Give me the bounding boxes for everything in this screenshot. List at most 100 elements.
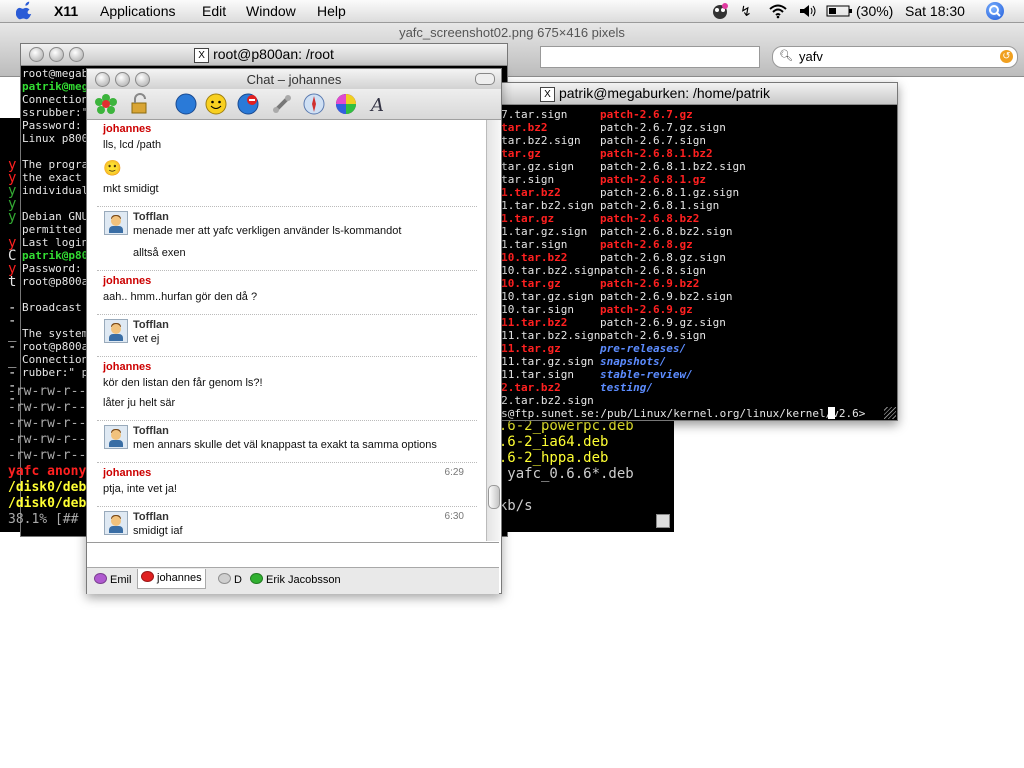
- chat-tab-emil[interactable]: Emil: [91, 571, 134, 590]
- terminal-line: Last login:: [22, 236, 95, 249]
- font-icon[interactable]: A: [367, 93, 389, 115]
- message-separator: [97, 270, 477, 271]
- terminal-line: Connection: [22, 353, 89, 366]
- file-entry: patch-2.6.8.1.gz.sign: [600, 186, 740, 199]
- avatar-face: [111, 324, 121, 334]
- volume-icon[interactable]: [798, 3, 818, 19]
- flower-status-icon[interactable]: [95, 93, 119, 115]
- menu-bar: X11 Applications Edit Window Help ↯ (30%…: [0, 0, 1024, 23]
- terminal-line: individual: [22, 184, 89, 197]
- file-entry: patch-2.6.9.gz.sign: [600, 316, 726, 329]
- message-separator: [97, 206, 477, 207]
- x11-icon: X: [194, 48, 210, 63]
- viewer-title: yafc_screenshot02.png 675×416 pixels: [399, 25, 625, 40]
- compass-icon[interactable]: [303, 93, 325, 115]
- chat-tab-d[interactable]: D: [215, 571, 245, 590]
- message-separator: [97, 506, 477, 507]
- lock-icon[interactable]: [129, 93, 151, 115]
- message-separator: [97, 420, 477, 421]
- sender-name: johannes: [103, 467, 152, 479]
- message-text: kör den listan den får genom ls?!: [103, 377, 263, 389]
- spotlight-icon[interactable]: [986, 2, 1004, 20]
- terminal-line: The program: [22, 158, 95, 171]
- status-dot-icon: [218, 573, 231, 584]
- message-separator: [97, 314, 477, 315]
- status-dot-icon: [94, 573, 107, 584]
- directory-entry: testing/: [600, 381, 653, 394]
- chat-tab-erik-jacobsson[interactable]: Erik Jacobsson: [247, 571, 344, 590]
- directory-entry: pre-releases/: [600, 342, 687, 355]
- terminal-line: t: [8, 274, 17, 290]
- root-terminal-title: root@p800an: /root: [213, 46, 334, 62]
- directory-entry: stable-review/: [600, 368, 693, 381]
- avatar-body: [109, 526, 123, 533]
- message-history: johannes lls, lcd /path 🙂 mkt smidigt Toffla…: [87, 120, 486, 541]
- terminal-line: Password:: [22, 262, 82, 275]
- terminal-line: -rw-rw-r--: [8, 416, 87, 431]
- app-menu-x11[interactable]: X11: [54, 3, 78, 19]
- chat-window[interactable]: Chat – johannes A johannes lls, lcd /path…: [86, 68, 502, 594]
- menu-help[interactable]: Help: [317, 3, 346, 19]
- message-input[interactable]: [87, 542, 499, 567]
- file-entry: patch-2.6.8.1.bz2.sign: [600, 160, 746, 173]
- terminal-line: yafc anony: [8, 464, 87, 479]
- avatar-face: [111, 516, 121, 526]
- download-terminal: .6.6-2_powerpc.deb .6.6-2_ia64.deb .6.6-2_…: [480, 415, 674, 532]
- message-text: låter ju helt sär: [103, 397, 176, 409]
- block-icon[interactable]: [237, 93, 259, 115]
- message-text: menade mer att yafc verkligen använder l…: [133, 225, 402, 237]
- x11-icon: X: [539, 87, 555, 102]
- avatar-body: [109, 440, 123, 447]
- activity-icon[interactable]: ↯: [740, 3, 752, 20]
- clock[interactable]: Sat 18:30: [905, 3, 965, 19]
- file-entry: patch-2.6.7.gz: [600, 108, 693, 121]
- search-icon: 🔍︎: [779, 50, 793, 62]
- terminal-line: Debian GNU/: [22, 210, 95, 223]
- terminal-scroll-arrow-icon[interactable]: [656, 514, 670, 528]
- smiley-icon[interactable]: [205, 93, 227, 115]
- menu-window[interactable]: Window: [246, 3, 296, 19]
- chat-titlebar[interactable]: Chat – johannes: [87, 69, 501, 89]
- message-text: aah.. hmm..hurfan gör den då ?: [103, 291, 258, 303]
- root-terminal-titlebar[interactable]: Xroot@p800an: /root: [21, 44, 507, 66]
- chat-tabs: Emil johannes D Erik Jacobsson: [87, 567, 499, 594]
- tab-label: Erik Jacobsson: [266, 574, 341, 586]
- monster-menu-extra-icon[interactable]: [710, 2, 730, 20]
- avatar-face: [111, 216, 121, 226]
- scrollbar-thumb[interactable]: [488, 485, 500, 509]
- terminal-line: The system: [22, 327, 89, 340]
- terminal-line: Password:: [22, 119, 82, 132]
- color-wheel-icon[interactable]: [335, 93, 357, 115]
- viewer-address-field[interactable]: [540, 46, 760, 68]
- chat-tab-johannes[interactable]: johannes: [137, 569, 206, 589]
- file-entry: patch-2.6.8.bz2.sign: [600, 225, 733, 238]
- resize-grip-icon[interactable]: [884, 407, 896, 419]
- file-entry: patch-2.6.8.1.bz2: [600, 147, 713, 160]
- avatar-body: [109, 226, 123, 233]
- terminal-line: Broadcast m: [22, 301, 95, 314]
- terminal-line: rubber:" pa: [22, 366, 95, 379]
- terminal-line: -rw-rw-r--: [8, 448, 87, 463]
- link-icon[interactable]: [271, 93, 293, 115]
- message-text: lls, lcd /path: [103, 139, 162, 151]
- battery-icon[interactable]: [826, 4, 854, 18]
- terminal-line: root@p800an: [22, 275, 95, 288]
- toolbar-toggle-button[interactable]: [475, 73, 495, 85]
- menu-edit[interactable]: Edit: [202, 3, 226, 19]
- wifi-icon[interactable]: [768, 3, 788, 19]
- file-entry: patch-2.6.8.1.gz: [600, 173, 706, 186]
- file-entry: patch-2.6.9.bz2.sign: [600, 290, 733, 303]
- menu-applications[interactable]: Applications: [100, 3, 176, 19]
- avatar: [104, 211, 128, 235]
- search-go-icon[interactable]: ↺: [1000, 50, 1013, 63]
- speech-bubble-icon[interactable]: [175, 93, 197, 115]
- message-text: smidigt iaf: [133, 525, 183, 537]
- apple-menu-icon[interactable]: [16, 1, 34, 20]
- viewer-search-field[interactable]: 🔍︎ yafv ↺: [772, 46, 1018, 68]
- avatar-body: [109, 334, 123, 341]
- chat-title: Chat – johannes: [246, 72, 342, 87]
- file-entry: patch-2.6.8.sign: [600, 264, 706, 277]
- message-scrollbar[interactable]: [486, 120, 500, 541]
- file-entry: patch-2.6.7.gz.sign: [600, 121, 726, 134]
- sender-name: Tofflan: [133, 511, 169, 523]
